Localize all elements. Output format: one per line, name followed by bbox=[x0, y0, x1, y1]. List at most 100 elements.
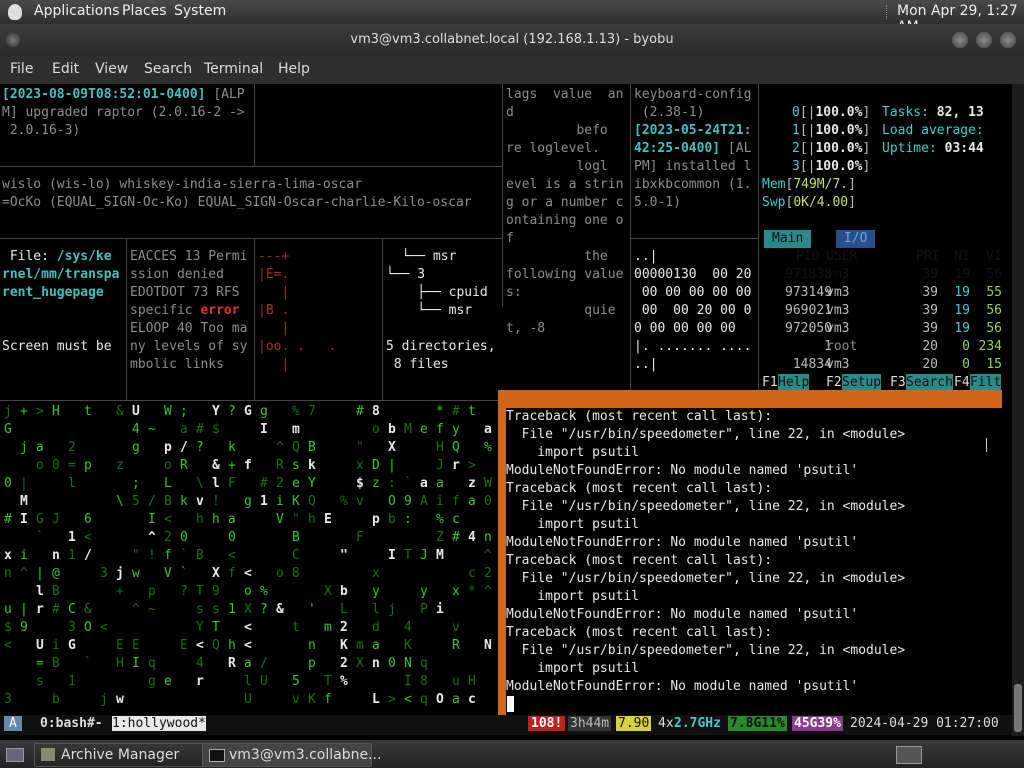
matrix-glyph: > bbox=[388, 692, 396, 707]
matrix-glyph: x bbox=[4, 548, 12, 563]
matrix-glyph: u bbox=[4, 602, 12, 617]
matrix-glyph: ` bbox=[404, 476, 412, 491]
menu-view[interactable]: View bbox=[95, 61, 128, 77]
window-tab-1[interactable]: 1:hollywood* bbox=[112, 716, 206, 731]
taskbar-terminal[interactable]: vm3@vm3.collabne... bbox=[202, 743, 381, 767]
matrix-glyph: ^ bbox=[20, 566, 28, 581]
matrix-glyph: " bbox=[292, 512, 300, 527]
fkey[interactable]: F3 bbox=[890, 374, 906, 390]
menu-file[interactable]: File bbox=[10, 61, 33, 77]
matrix-glyph: < bbox=[228, 548, 236, 563]
matrix-glyph: 3 bbox=[4, 692, 12, 707]
matrix-glyph: # bbox=[260, 476, 268, 491]
fkey[interactable]: F1 bbox=[762, 374, 778, 390]
applications-menu[interactable]: Applications bbox=[34, 3, 120, 19]
window-menu-icon[interactable] bbox=[6, 33, 20, 47]
matrix-glyph: < bbox=[244, 638, 252, 653]
matrix-glyph: p bbox=[164, 440, 172, 455]
places-menu[interactable]: Places bbox=[122, 3, 167, 19]
show-desktop-icon[interactable] bbox=[6, 748, 24, 762]
fkey[interactable]: F2 bbox=[826, 374, 842, 390]
matrix-glyph: % bbox=[484, 440, 492, 455]
matrix-glyph: h bbox=[212, 512, 220, 527]
terminal-area[interactable]: [2023-08-09T08:52:01-0400] [ALP M] upgra… bbox=[0, 84, 1012, 736]
load-average: Load average: bbox=[882, 123, 984, 138]
matrix-glyph: 0 bbox=[388, 656, 396, 671]
status-disk: 45G39% bbox=[792, 716, 843, 731]
manpage-line: t, -8 bbox=[506, 321, 546, 336]
matrix-glyph: G bbox=[36, 512, 44, 527]
matrix-glyph: / bbox=[148, 494, 156, 509]
menu-search[interactable]: Search bbox=[144, 61, 192, 77]
matrix-glyph: q bbox=[420, 692, 428, 707]
matrix-glyph: t bbox=[84, 404, 92, 419]
matrix-glyph: & bbox=[84, 602, 92, 617]
system-menu[interactable]: System bbox=[174, 3, 226, 19]
minimize-icon[interactable] bbox=[952, 32, 968, 48]
window-title: vm3@vm3.collabnet.local (192.168.1.13) -… bbox=[350, 32, 674, 47]
matrix-glyph: & bbox=[116, 404, 124, 419]
menu-edit[interactable]: Edit bbox=[52, 61, 79, 77]
matrix-glyph: j bbox=[388, 602, 396, 617]
matrix-glyph: ^ bbox=[148, 530, 156, 545]
taskbar-archive-manager[interactable]: Archive Manager bbox=[34, 743, 226, 767]
matrix-glyph: l bbox=[372, 602, 380, 617]
matrix-glyph: ? bbox=[228, 404, 236, 419]
matrix-glyph: + bbox=[20, 404, 28, 419]
matrix-glyph: t bbox=[468, 404, 476, 419]
matrix-glyph: # bbox=[452, 530, 460, 545]
matrix-glyph: n bbox=[308, 638, 316, 653]
matrix-glyph: < bbox=[196, 638, 204, 653]
matrix-glyph: I bbox=[20, 512, 28, 527]
matrix-glyph: e bbox=[164, 674, 172, 689]
matrix-glyph: K bbox=[340, 638, 348, 653]
pane-traceback[interactable]: Traceback (most recent call last): File … bbox=[506, 408, 905, 696]
matrix-glyph: ? bbox=[180, 584, 188, 599]
menu-terminal[interactable]: Terminal bbox=[204, 61, 263, 77]
matrix-glyph: R bbox=[276, 458, 284, 473]
traceback-line: File "/usr/bin/speedometer", line 22, in… bbox=[506, 499, 906, 514]
foot-icon[interactable] bbox=[8, 4, 22, 20]
matrix-glyph: R bbox=[180, 458, 188, 473]
matrix-glyph: u bbox=[452, 674, 460, 689]
matrix-glyph: g bbox=[148, 674, 156, 689]
matrix-glyph: f bbox=[452, 494, 460, 509]
matrix-glyph: y bbox=[372, 584, 380, 599]
htop-tab-main[interactable]: Main bbox=[764, 230, 812, 248]
fkey[interactable]: F4 bbox=[954, 374, 970, 390]
workspace-switcher-icon[interactable] bbox=[896, 746, 922, 764]
taskbar-item-label: vm3@vm3.collabne... bbox=[229, 747, 382, 763]
pane-hexdump: ..| 00000130 00 20 00 00 00 00 00 00 00 … bbox=[634, 249, 752, 372]
matrix-glyph: y bbox=[420, 584, 428, 599]
matrix-glyph: b bbox=[340, 584, 348, 599]
matrix-glyph: ? bbox=[196, 440, 204, 455]
matrix-glyph: Z bbox=[436, 530, 444, 545]
matrix-glyph: & bbox=[276, 602, 284, 617]
htop-tab-io[interactable]: I/O bbox=[836, 230, 876, 248]
fkey-label[interactable]: Filt bbox=[970, 374, 1002, 390]
fkey-label[interactable]: Setup bbox=[842, 374, 882, 390]
matrix-glyph: a bbox=[468, 494, 476, 509]
matrix-glyph: p bbox=[372, 512, 380, 527]
matrix-glyph: U bbox=[260, 674, 268, 689]
terminal-scrollbar[interactable] bbox=[1012, 84, 1024, 736]
matrix-glyph: 4 bbox=[404, 620, 412, 635]
maximize-icon[interactable] bbox=[976, 32, 992, 48]
menu-help[interactable]: Help bbox=[278, 61, 310, 77]
matrix-glyph: a bbox=[36, 440, 44, 455]
matrix-glyph: 0 bbox=[228, 530, 236, 545]
matrix-glyph: 2 bbox=[164, 530, 172, 545]
traceback-line: File "/usr/bin/speedometer", line 22, in… bbox=[506, 427, 906, 442]
window-titlebar[interactable]: vm3@vm3.collabnet.local (192.168.1.13) -… bbox=[0, 24, 1024, 56]
matrix-glyph: M bbox=[436, 548, 444, 563]
matrix-glyph: x bbox=[356, 458, 364, 473]
scrollbar-thumb[interactable] bbox=[1014, 684, 1022, 732]
matrix-glyph: h bbox=[228, 638, 236, 653]
matrix-glyph: G bbox=[68, 638, 76, 653]
fkey-label[interactable]: Help bbox=[778, 374, 810, 390]
close-icon[interactable] bbox=[1000, 32, 1016, 48]
window-tab-0[interactable]: 0:bash#- bbox=[40, 716, 103, 731]
matrix-glyph: ' bbox=[308, 602, 316, 617]
fkey-label[interactable]: Search bbox=[906, 374, 953, 390]
matrix-glyph: % bbox=[436, 512, 444, 527]
